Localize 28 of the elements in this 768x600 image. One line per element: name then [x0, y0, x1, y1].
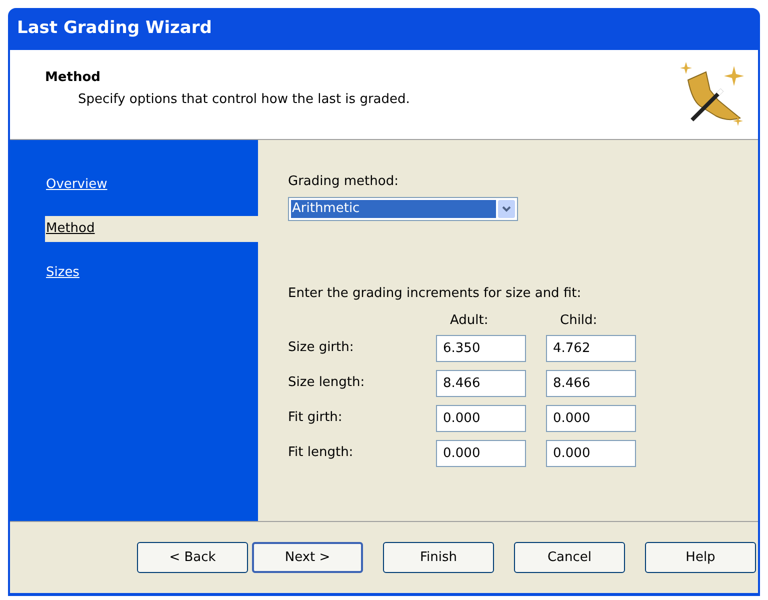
window-title: Last Grading Wizard: [17, 17, 212, 40]
increment-field[interactable]: 6.350: [436, 334, 526, 362]
grading-method-dropdown[interactable]: Arithmetic: [288, 196, 518, 220]
wizard-button[interactable]: < Back: [137, 542, 248, 573]
wizard-button[interactable]: Next >: [252, 542, 363, 573]
instructions-text: Enter the grading increments for size and fit:: [288, 284, 582, 302]
sidebar-link[interactable]: Overview: [45, 172, 258, 198]
page-subtitle: Specify options that control how the last is graded.: [77, 90, 411, 108]
row-label: Size girth:: [288, 339, 355, 358]
increment-field[interactable]: 8.466: [546, 370, 636, 396]
row-label: Fit length:: [288, 444, 354, 462]
increment-field[interactable]: 4.762: [546, 334, 636, 362]
column-header: Adult:: [449, 312, 490, 330]
column-header: Child:: [559, 312, 598, 330]
wizard-button[interactable]: Help: [645, 542, 756, 573]
increment-field[interactable]: 0.000: [546, 440, 636, 466]
increment-field[interactable]: 0.000: [546, 404, 636, 432]
row-label: Size length:: [288, 374, 366, 392]
sidebar-link[interactable]: Sizes: [45, 260, 258, 286]
page-title: Method: [45, 69, 102, 87]
increment-field[interactable]: 0.000: [436, 404, 526, 432]
wizard-button[interactable]: Cancel: [514, 542, 625, 573]
sidebar-link[interactable]: Method: [45, 216, 258, 242]
field-label: Grading method:: [288, 173, 400, 191]
increment-field[interactable]: 8.466: [436, 370, 526, 396]
increment-field[interactable]: 0.000: [436, 440, 526, 466]
wizard-button[interactable]: Finish: [383, 542, 494, 573]
row-label: Fit girth:: [288, 409, 344, 428]
